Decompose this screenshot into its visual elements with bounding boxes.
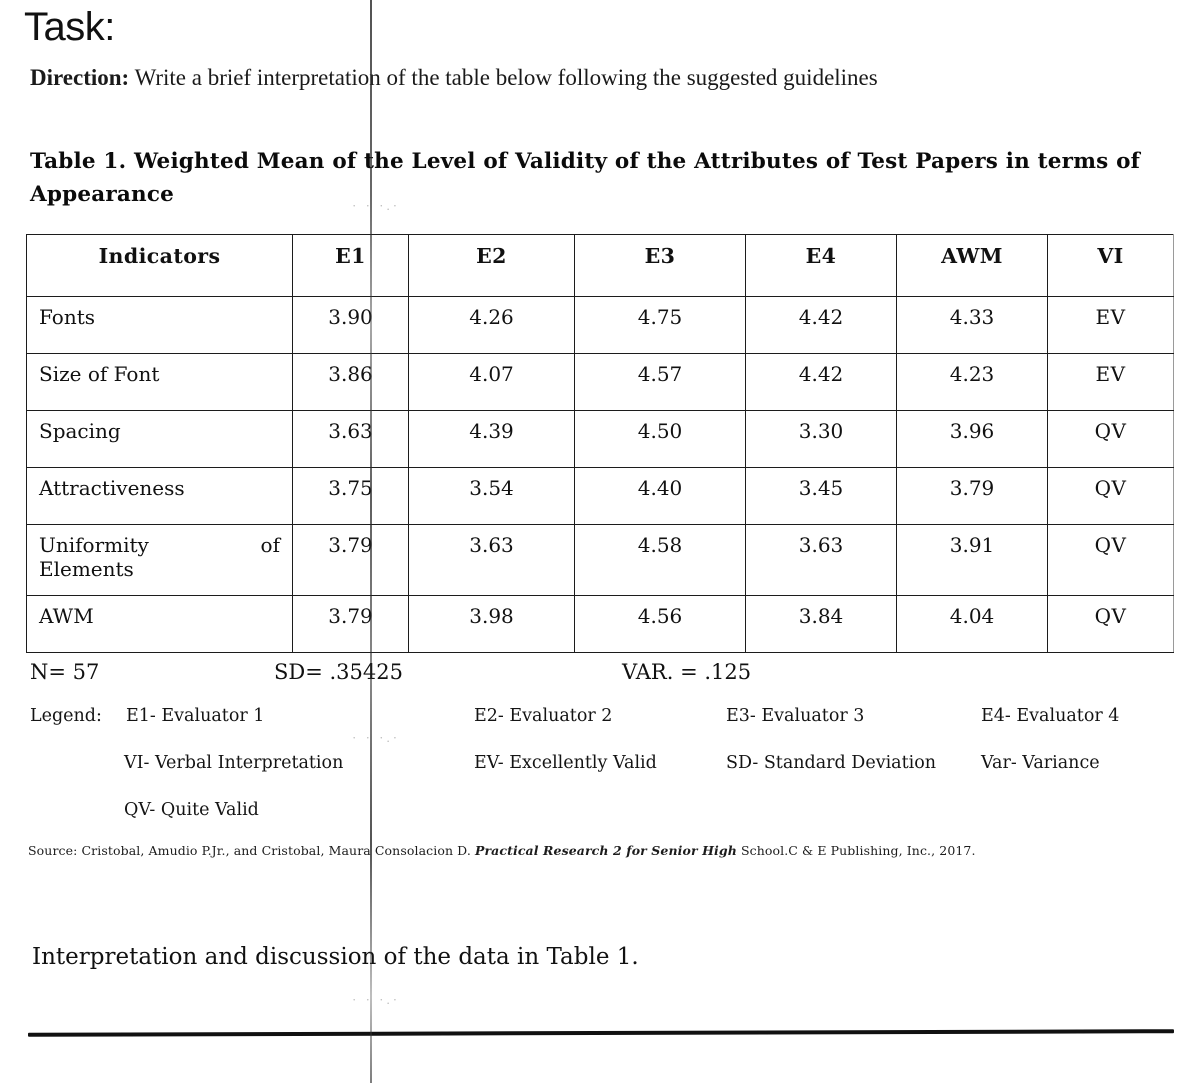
source-suffix: School.C & E Publishing, Inc., 2017. bbox=[736, 843, 976, 858]
cell-vi: EV bbox=[1047, 353, 1174, 411]
cell-vi: QV bbox=[1047, 410, 1174, 468]
cell-e3: 4.40 bbox=[574, 467, 746, 525]
legend-row-3: QV- Quite Valid bbox=[26, 800, 1176, 847]
cell-indicator-line2: Elements bbox=[39, 557, 134, 581]
stat-variance: VAR. = .125 bbox=[622, 660, 752, 684]
legend-item-e2: E2- Evaluator 2 bbox=[474, 706, 613, 726]
cell-e1: 3.63 bbox=[292, 410, 409, 468]
column-header-e3: E3 bbox=[574, 234, 746, 297]
legend-item-var: Var- Variance bbox=[981, 753, 1100, 773]
bottom-divider bbox=[27, 1029, 1175, 1037]
direction-label: Direction: bbox=[30, 65, 130, 90]
table-row: Fonts 3.90 4.26 4.75 4.42 4.33 EV bbox=[26, 296, 1174, 354]
cell-e3: 4.75 bbox=[574, 296, 746, 354]
cell-indicator: Uniformity of Elements bbox=[26, 524, 293, 596]
legend-row-2: VI- Verbal Interpretation EV- Excellentl… bbox=[26, 753, 1176, 800]
legend-item-sd: SD- Standard Deviation bbox=[726, 753, 937, 773]
cell-e2: 4.07 bbox=[408, 353, 575, 411]
cell-vi: QV bbox=[1047, 595, 1174, 653]
cell-indicator-word2: of bbox=[260, 533, 280, 557]
stat-n: N= 57 bbox=[30, 660, 100, 684]
closing-prompt: Interpretation and discussion of the dat… bbox=[32, 944, 639, 970]
cell-indicator: AWM bbox=[26, 595, 293, 653]
cell-indicator: Spacing bbox=[26, 410, 293, 468]
cell-e4: 3.84 bbox=[745, 595, 897, 653]
column-header-e4: E4 bbox=[745, 234, 897, 297]
page-title: Task: bbox=[24, 5, 115, 49]
column-header-vi: VI bbox=[1047, 234, 1174, 297]
cell-e4: 3.45 bbox=[745, 467, 897, 525]
column-header-e2: E2 bbox=[408, 234, 575, 297]
cell-e3: 4.57 bbox=[574, 353, 746, 411]
cell-e2: 4.26 bbox=[408, 296, 575, 354]
column-header-e1: E1 bbox=[292, 234, 409, 297]
cell-awm: 4.23 bbox=[896, 353, 1048, 411]
table-header-row: Indicators E1 E2 E3 E4 AWM VI bbox=[26, 234, 1174, 297]
cell-e4: 4.42 bbox=[745, 296, 897, 354]
cell-awm: 3.91 bbox=[896, 524, 1048, 596]
cell-vi: QV bbox=[1047, 524, 1174, 596]
source-prefix: Source: Cristobal, Amudio P.Jr., and Cri… bbox=[28, 843, 475, 858]
document-page: Task: Direction: Write a brief interpret… bbox=[0, 0, 1200, 1083]
cell-e2: 4.39 bbox=[408, 410, 575, 468]
cell-vi: QV bbox=[1047, 467, 1174, 525]
cell-e3: 4.50 bbox=[574, 410, 746, 468]
cell-awm: 4.04 bbox=[896, 595, 1048, 653]
legend-item-ev: EV- Excellently Valid bbox=[474, 753, 657, 773]
legend-label: Legend: bbox=[30, 706, 102, 726]
table-body: Fonts 3.90 4.26 4.75 4.42 4.33 EV Size o… bbox=[26, 296, 1174, 653]
scan-smudge: · · ·.· bbox=[352, 992, 401, 1007]
legend: Legend: E1- Evaluator 1 E2- Evaluator 2 … bbox=[26, 706, 1176, 847]
table-row: AWM 3.79 3.98 4.56 3.84 4.04 QV bbox=[26, 595, 1174, 653]
legend-item-vi: VI- Verbal Interpretation bbox=[124, 753, 344, 773]
table-row: Spacing 3.63 4.39 4.50 3.30 3.96 QV bbox=[26, 410, 1174, 468]
legend-row-1: Legend: E1- Evaluator 1 E2- Evaluator 2 … bbox=[26, 706, 1176, 753]
table-row: Uniformity of Elements 3.79 3.63 4.58 3.… bbox=[26, 524, 1174, 596]
cell-e1: 3.90 bbox=[292, 296, 409, 354]
cell-indicator: Fonts bbox=[26, 296, 293, 354]
cell-awm: 4.33 bbox=[896, 296, 1048, 354]
direction-text: Write a brief interpretation of the tabl… bbox=[134, 65, 878, 90]
source-title: Practical Research 2 for Senior High bbox=[475, 843, 737, 858]
legend-item-qv: QV- Quite Valid bbox=[124, 800, 259, 820]
cell-e1: 3.79 bbox=[292, 524, 409, 596]
statistics-row: N= 57 SD= .35425 VAR. = .125 bbox=[26, 660, 1166, 690]
column-header-indicators: Indicators bbox=[26, 234, 293, 297]
legend-item-e4: E4- Evaluator 4 bbox=[981, 706, 1120, 726]
column-header-awm: AWM bbox=[896, 234, 1048, 297]
cell-vi: EV bbox=[1047, 296, 1174, 354]
cell-e2: 3.54 bbox=[408, 467, 575, 525]
stat-sd: SD= .35425 bbox=[274, 660, 403, 684]
cell-e3: 4.56 bbox=[574, 595, 746, 653]
table-caption: Table 1. Weighted Mean of the Level of V… bbox=[30, 149, 1141, 207]
cell-e1: 3.86 bbox=[292, 353, 409, 411]
legend-item-e1: E1- Evaluator 1 bbox=[126, 706, 265, 726]
cell-indicator: Size of Font bbox=[26, 353, 293, 411]
validity-table: Indicators E1 E2 E3 E4 AWM VI Fonts 3.90… bbox=[26, 234, 1174, 653]
cell-e4: 3.30 bbox=[745, 410, 897, 468]
cell-e2: 3.63 bbox=[408, 524, 575, 596]
cell-indicator: Attractiveness bbox=[26, 467, 293, 525]
source-citation: Source: Cristobal, Amudio P.Jr., and Cri… bbox=[28, 843, 976, 859]
cell-e1: 3.79 bbox=[292, 595, 409, 653]
cell-e2: 3.98 bbox=[408, 595, 575, 653]
cell-awm: 3.79 bbox=[896, 467, 1048, 525]
legend-item-e3: E3- Evaluator 3 bbox=[726, 706, 865, 726]
table-row: Size of Font 3.86 4.07 4.57 4.42 4.23 EV bbox=[26, 353, 1174, 411]
cell-e3: 4.58 bbox=[574, 524, 746, 596]
cell-e1: 3.75 bbox=[292, 467, 409, 525]
table-header: Indicators E1 E2 E3 E4 AWM VI bbox=[26, 234, 1174, 297]
direction-line: Direction: Write a brief interpretation … bbox=[30, 63, 878, 93]
cell-awm: 3.96 bbox=[896, 410, 1048, 468]
table-row: Attractiveness 3.75 3.54 4.40 3.45 3.79 … bbox=[26, 467, 1174, 525]
cell-e4: 4.42 bbox=[745, 353, 897, 411]
cell-e4: 3.63 bbox=[745, 524, 897, 596]
cell-indicator-word1: Uniformity bbox=[39, 533, 149, 557]
